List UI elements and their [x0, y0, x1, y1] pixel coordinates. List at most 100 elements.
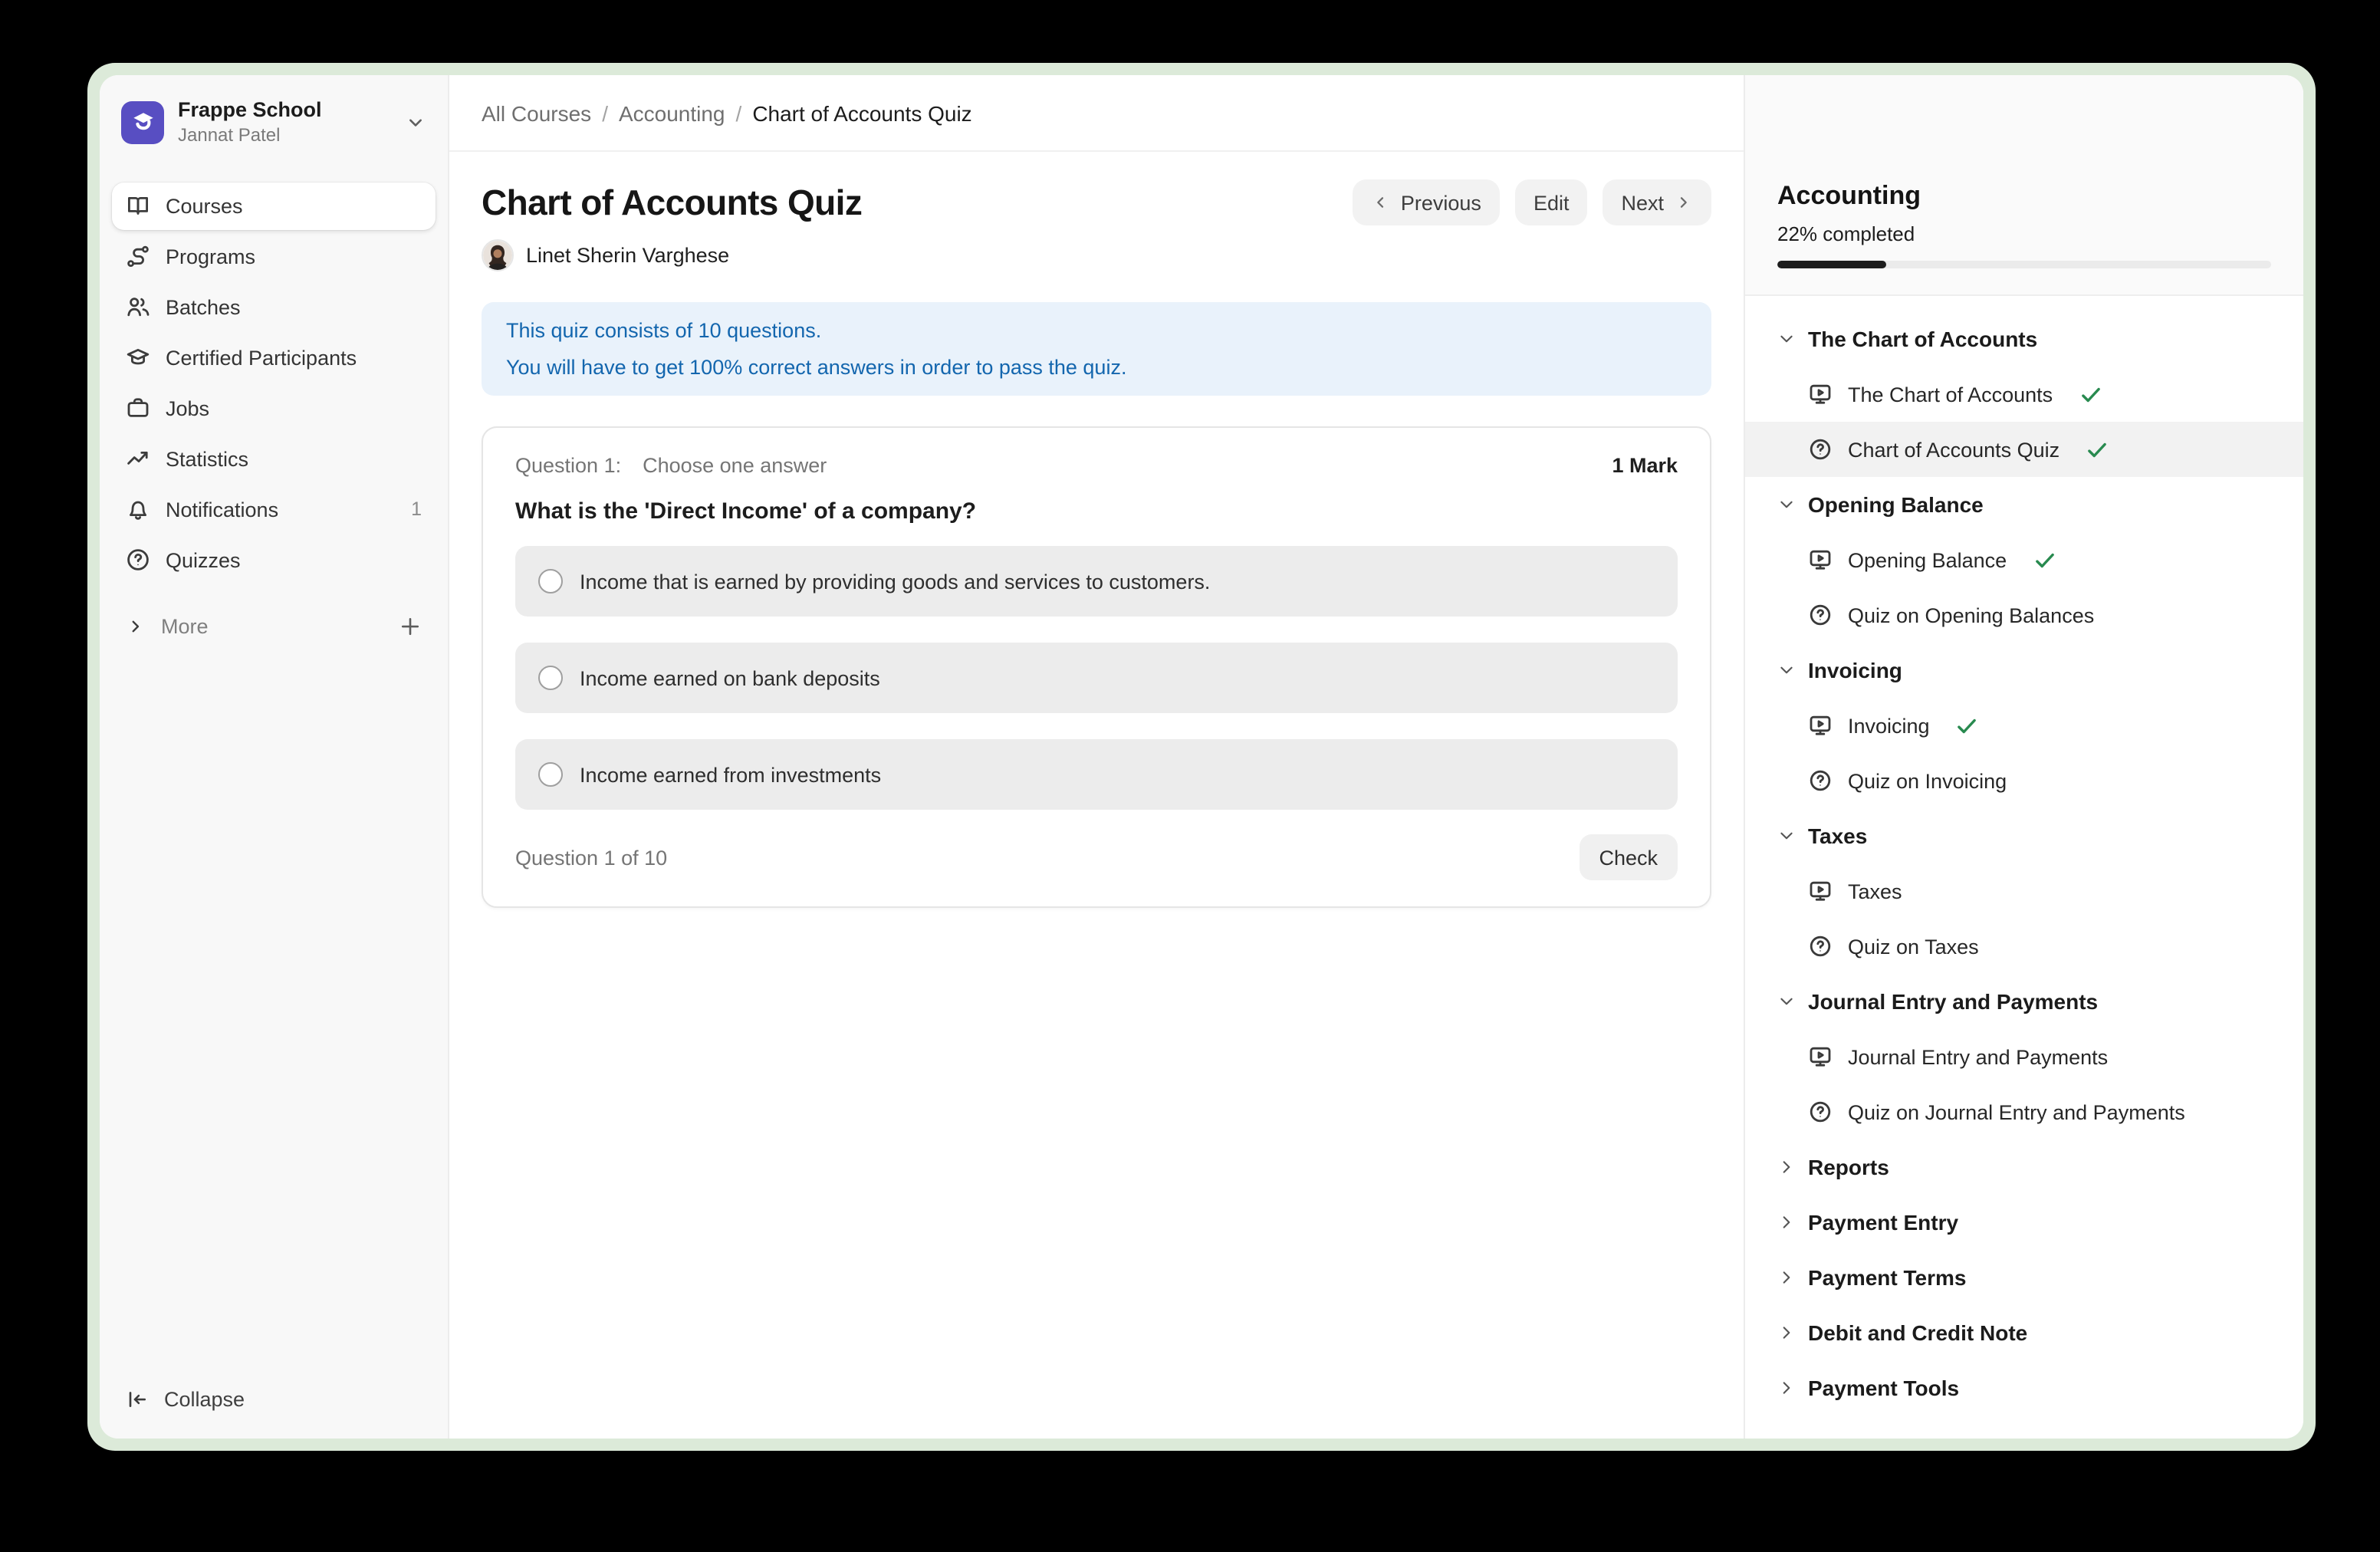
next-button[interactable]: Next — [1603, 179, 1711, 225]
chevron-down-icon — [1777, 661, 1796, 679]
radio-button[interactable] — [538, 569, 563, 594]
question-number-label: Question 1: — [515, 453, 621, 476]
outline-section-the-chart-of-accounts[interactable]: The Chart of Accounts — [1745, 311, 2303, 367]
author-row: Linet Sherin Varghese — [482, 239, 1711, 271]
sidebar-item-jobs[interactable]: Jobs — [112, 384, 436, 432]
sidebar-item-more[interactable]: More — [112, 605, 436, 648]
outline-item-label: The Chart of Accounts — [1848, 383, 2053, 406]
sidebar-item-label: Certified Participants — [166, 346, 357, 369]
sidebar-item-quizzes[interactable]: Quizzes — [112, 536, 436, 584]
book-open-icon — [126, 193, 150, 218]
quiz-icon — [1808, 1100, 1833, 1124]
breadcrumb-separator: / — [736, 100, 742, 125]
chevron-right-icon — [1777, 1213, 1796, 1231]
quiz-option-3[interactable]: Income earned from investments — [515, 739, 1678, 810]
outline-section-debit-and-credit-note[interactable]: Debit and Credit Note — [1745, 1305, 2303, 1360]
quiz-option-2[interactable]: Income earned on bank deposits — [515, 643, 1678, 713]
previous-button[interactable]: Previous — [1353, 179, 1500, 225]
radio-button[interactable] — [538, 762, 563, 787]
chevron-down-icon — [1777, 992, 1796, 1011]
outline-section-payment-terms[interactable]: Payment Terms — [1745, 1250, 2303, 1305]
outline-section-payment-tools[interactable]: Payment Tools — [1745, 1360, 2303, 1416]
chevron-down-icon — [1777, 495, 1796, 514]
outline-item-the-chart-of-accounts[interactable]: The Chart of Accounts — [1745, 367, 2303, 422]
title-row: Chart of Accounts Quiz Previous Edit Nex… — [482, 179, 1711, 225]
chevron-right-icon — [1777, 1323, 1796, 1342]
school-name: Frappe School — [178, 98, 322, 123]
sidebar-item-statistics[interactable]: Statistics — [112, 435, 436, 482]
outline-item-label: Invoicing — [1848, 714, 1930, 737]
sidebar-item-notifications[interactable]: Notifications1 — [112, 485, 436, 533]
outline-item-quiz-on-invoicing[interactable]: Quiz on Invoicing — [1745, 753, 2303, 808]
quiz-option-1[interactable]: Income that is earned by providing goods… — [515, 546, 1678, 617]
lesson-icon — [1808, 879, 1833, 903]
outline-section-journal-entry-and-payments[interactable]: Journal Entry and Payments — [1745, 974, 2303, 1029]
question-progress: Question 1 of 10 — [515, 846, 667, 869]
outline-item-label: Quiz on Opening Balances — [1848, 603, 2094, 626]
help-circle-icon — [126, 547, 150, 572]
outline-section-reports[interactable]: Reports — [1745, 1139, 2303, 1195]
question-instruction: Choose one answer — [643, 453, 827, 476]
question-header: Question 1: Choose one answer 1 Mark — [515, 451, 1678, 478]
outline-item-journal-entry-and-payments[interactable]: Journal Entry and Payments — [1745, 1029, 2303, 1084]
breadcrumb-all-courses[interactable]: All Courses — [482, 100, 591, 125]
section-title: Payment Tools — [1808, 1376, 1959, 1400]
sidebar-item-label: Courses — [166, 194, 243, 217]
sidebar-item-label: Statistics — [166, 447, 248, 470]
chevron-down-icon — [1777, 330, 1796, 348]
workspace-switcher[interactable]: Frappe School Jannat Patel — [112, 90, 436, 154]
outline-item-label: Taxes — [1848, 880, 1902, 903]
outline-item-label: Journal Entry and Payments — [1848, 1045, 2108, 1068]
sidebar-item-programs[interactable]: Programs — [112, 232, 436, 280]
author-name: Linet Sherin Varghese — [526, 244, 729, 267]
sidebar-item-label: Jobs — [166, 396, 209, 419]
option-label: Income earned on bank deposits — [580, 666, 880, 689]
sidebar-item-label: Batches — [166, 295, 241, 318]
question-text: What is the 'Direct Income' of a company… — [515, 498, 1678, 524]
quiz-icon — [1808, 934, 1833, 958]
breadcrumb-current: Chart of Accounts Quiz — [752, 100, 971, 125]
outline-item-opening-balance[interactable]: Opening Balance — [1745, 532, 2303, 587]
more-label: More — [161, 615, 209, 638]
notification-count-badge: 1 — [411, 498, 422, 520]
option-label: Income that is earned by providing goods… — [580, 570, 1210, 593]
sidebar-item-certified-participants[interactable]: Certified Participants — [112, 334, 436, 381]
course-outline-list: The Chart of Accounts The Chart of Accoun… — [1745, 296, 2303, 1439]
sidebar-item-courses[interactable]: Courses — [112, 182, 436, 229]
author-avatar — [482, 239, 514, 271]
chevron-right-icon — [1777, 1158, 1796, 1176]
outline-item-quiz-on-opening-balances[interactable]: Quiz on Opening Balances — [1745, 587, 2303, 643]
breadcrumb-accounting[interactable]: Accounting — [619, 100, 725, 125]
collapse-sidebar-button[interactable]: Collapse — [112, 1377, 436, 1420]
plus-icon[interactable] — [399, 615, 422, 638]
outline-section-opening-balance[interactable]: Opening Balance — [1745, 477, 2303, 532]
outline-item-chart-of-accounts-quiz[interactable]: Chart of Accounts Quiz — [1745, 422, 2303, 477]
outline-item-label: Chart of Accounts Quiz — [1848, 438, 2059, 461]
outline-item-quiz-on-taxes[interactable]: Quiz on Taxes — [1745, 919, 2303, 974]
breadcrumb-separator: / — [602, 100, 608, 125]
outline-section-payment-entry[interactable]: Payment Entry — [1745, 1195, 2303, 1250]
frappe-school-logo — [121, 101, 164, 144]
main-column: All Courses / Accounting / Chart of Acco… — [449, 75, 1744, 1439]
outline-item-taxes[interactable]: Taxes — [1745, 863, 2303, 919]
progress-bar — [1777, 261, 2271, 268]
outline-item-invoicing[interactable]: Invoicing — [1745, 698, 2303, 753]
outline-section-taxes[interactable]: Taxes — [1745, 808, 2303, 863]
check-button[interactable]: Check — [1579, 834, 1678, 880]
options-list: Income that is earned by providing goods… — [515, 546, 1678, 810]
question-marks: 1 Mark — [1612, 453, 1678, 476]
notice-line-1: This quiz consists of 10 questions. — [506, 317, 1687, 344]
frappe-school-app: Frappe School Jannat Patel Courses Progra… — [100, 75, 2303, 1439]
radio-button[interactable] — [538, 666, 563, 690]
app-window: Frappe School Jannat Patel Courses Progra… — [87, 63, 2316, 1451]
page-actions: Previous Edit Next — [1353, 179, 1711, 225]
outline-section-invoicing[interactable]: Invoicing — [1745, 643, 2303, 698]
users-icon — [126, 294, 150, 319]
course-progress-header: Accounting 22% completed — [1745, 75, 2303, 296]
edit-button[interactable]: Edit — [1515, 179, 1588, 225]
progress-bar-fill — [1777, 261, 1886, 268]
section-title: Taxes — [1808, 824, 1867, 848]
outline-item-quiz-on-journal-entry-and-payments[interactable]: Quiz on Journal Entry and Payments — [1745, 1084, 2303, 1139]
sidebar-item-batches[interactable]: Batches — [112, 283, 436, 330]
lesson-icon — [1808, 547, 1833, 572]
